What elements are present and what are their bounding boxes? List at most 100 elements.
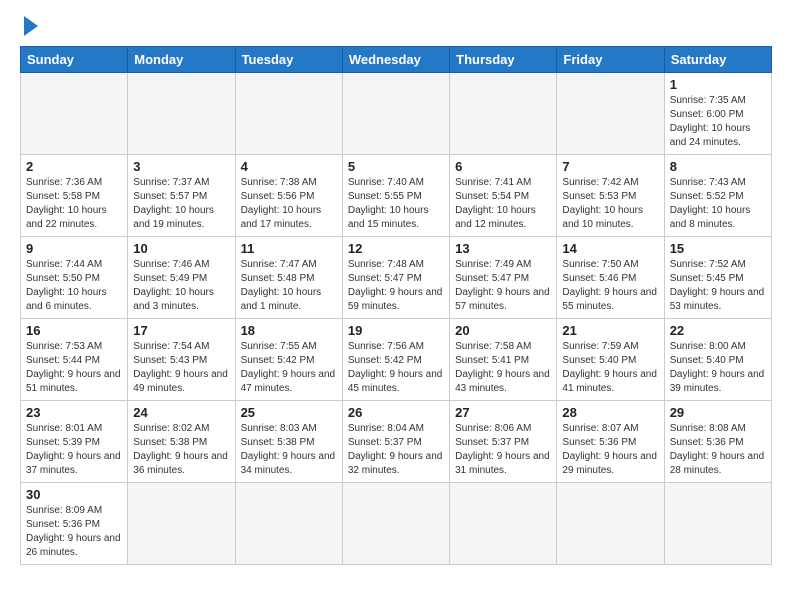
calendar-cell: 19Sunrise: 7:56 AM Sunset: 5:42 PM Dayli… <box>342 319 449 401</box>
day-number: 23 <box>26 405 122 420</box>
day-info: Sunrise: 7:46 AM Sunset: 5:49 PM Dayligh… <box>133 258 229 314</box>
header <box>20 16 772 36</box>
page: SundayMondayTuesdayWednesdayThursdayFrid… <box>0 0 792 581</box>
day-number: 25 <box>241 405 337 420</box>
day-number: 18 <box>241 323 337 338</box>
calendar-cell: 7 Sunrise: 7:42 AM Sunset: 5:53 PM Daylig… <box>557 155 664 237</box>
day-number: 17 <box>133 323 229 338</box>
calendar: SundayMondayTuesdayWednesdayThursdayFrid… <box>20 46 772 565</box>
calendar-cell: 16 Sunrise: 7:53 AM Sunset: 5:44 PM Dayli… <box>21 319 128 401</box>
calendar-cell <box>235 483 342 565</box>
calendar-cell: 21 Sunrise: 7:59 AM Sunset: 5:40 PM Dayli… <box>557 319 664 401</box>
day-info: Sunrise: 7:37 AM Sunset: 5:57 PM Dayligh… <box>133 176 229 232</box>
day-info: Sunrise: 7:59 AM Sunset: 5:40 PM Dayligh… <box>562 340 658 396</box>
calendar-cell: 4 Sunrise: 7:38 AM Sunset: 5:56 PM Daylig… <box>235 155 342 237</box>
calendar-cell: 22 Sunrise: 8:00 AM Sunset: 5:40 PM Dayli… <box>664 319 771 401</box>
calendar-cell <box>128 73 235 155</box>
day-info: Sunrise: 8:03 AM Sunset: 5:38 PM Dayligh… <box>241 422 337 478</box>
calendar-cell: 2 Sunrise: 7:36 AM Sunset: 5:58 PM Daylig… <box>21 155 128 237</box>
day-number: 8 <box>670 159 766 174</box>
calendar-cell <box>557 483 664 565</box>
calendar-cell: 6 Sunrise: 7:41 AM Sunset: 5:54 PM Daylig… <box>450 155 557 237</box>
weekday-header-monday: Monday <box>128 47 235 73</box>
calendar-cell: 29Sunrise: 8:08 AM Sunset: 5:36 PM Dayli… <box>664 401 771 483</box>
day-info: Sunrise: 7:47 AM Sunset: 5:48 PM Dayligh… <box>241 258 337 314</box>
day-info: Sunrise: 7:38 AM Sunset: 5:56 PM Dayligh… <box>241 176 337 232</box>
day-number: 1 <box>670 77 766 92</box>
logo-triangle-icon <box>24 16 38 36</box>
day-number: 29 <box>670 405 766 420</box>
day-number: 9 <box>26 241 122 256</box>
calendar-cell: 8 Sunrise: 7:43 AM Sunset: 5:52 PM Daylig… <box>664 155 771 237</box>
day-number: 6 <box>455 159 551 174</box>
calendar-cell <box>450 483 557 565</box>
day-info: Sunrise: 7:41 AM Sunset: 5:54 PM Dayligh… <box>455 176 551 232</box>
calendar-cell: 20Sunrise: 7:58 AM Sunset: 5:41 PM Dayli… <box>450 319 557 401</box>
day-number: 2 <box>26 159 122 174</box>
calendar-cell <box>450 73 557 155</box>
calendar-cell: 10 Sunrise: 7:46 AM Sunset: 5:49 PM Dayli… <box>128 237 235 319</box>
day-info: Sunrise: 7:42 AM Sunset: 5:53 PM Dayligh… <box>562 176 658 232</box>
day-info: Sunrise: 8:06 AM Sunset: 5:37 PM Dayligh… <box>455 422 551 478</box>
day-number: 3 <box>133 159 229 174</box>
weekday-header-tuesday: Tuesday <box>235 47 342 73</box>
day-number: 28 <box>562 405 658 420</box>
weekday-header-sunday: Sunday <box>21 47 128 73</box>
day-info: Sunrise: 7:55 AM Sunset: 5:42 PM Dayligh… <box>241 340 337 396</box>
weekday-header-saturday: Saturday <box>664 47 771 73</box>
calendar-cell <box>664 483 771 565</box>
day-number: 7 <box>562 159 658 174</box>
day-number: 27 <box>455 405 551 420</box>
calendar-cell: 27 Sunrise: 8:06 AM Sunset: 5:37 PM Dayli… <box>450 401 557 483</box>
day-info: Sunrise: 7:40 AM Sunset: 5:55 PM Dayligh… <box>348 176 444 232</box>
day-info: Sunrise: 8:00 AM Sunset: 5:40 PM Dayligh… <box>670 340 766 396</box>
weekday-header-friday: Friday <box>557 47 664 73</box>
calendar-cell <box>21 73 128 155</box>
day-number: 21 <box>562 323 658 338</box>
day-number: 20 <box>455 323 551 338</box>
calendar-cell <box>128 483 235 565</box>
calendar-cell: 3 Sunrise: 7:37 AM Sunset: 5:57 PM Daylig… <box>128 155 235 237</box>
calendar-cell <box>342 73 449 155</box>
day-number: 16 <box>26 323 122 338</box>
calendar-cell: 25 Sunrise: 8:03 AM Sunset: 5:38 PM Dayli… <box>235 401 342 483</box>
day-info: Sunrise: 7:44 AM Sunset: 5:50 PM Dayligh… <box>26 258 122 314</box>
day-info: Sunrise: 7:54 AM Sunset: 5:43 PM Dayligh… <box>133 340 229 396</box>
calendar-cell: 26Sunrise: 8:04 AM Sunset: 5:37 PM Dayli… <box>342 401 449 483</box>
day-number: 12 <box>348 241 444 256</box>
day-number: 11 <box>241 241 337 256</box>
day-info: Sunrise: 7:49 AM Sunset: 5:47 PM Dayligh… <box>455 258 551 314</box>
calendar-cell: 12 Sunrise: 7:48 AM Sunset: 5:47 PM Dayli… <box>342 237 449 319</box>
day-info: Sunrise: 7:43 AM Sunset: 5:52 PM Dayligh… <box>670 176 766 232</box>
day-number: 5 <box>348 159 444 174</box>
calendar-cell <box>557 73 664 155</box>
day-number: 13 <box>455 241 551 256</box>
day-number: 10 <box>133 241 229 256</box>
calendar-cell: 15Sunrise: 7:52 AM Sunset: 5:45 PM Dayli… <box>664 237 771 319</box>
calendar-cell: 13 Sunrise: 7:49 AM Sunset: 5:47 PM Dayli… <box>450 237 557 319</box>
day-info: Sunrise: 7:36 AM Sunset: 5:58 PM Dayligh… <box>26 176 122 232</box>
calendar-cell: 11 Sunrise: 7:47 AM Sunset: 5:48 PM Dayli… <box>235 237 342 319</box>
day-info: Sunrise: 7:35 AM Sunset: 6:00 PM Dayligh… <box>670 94 766 150</box>
calendar-cell <box>235 73 342 155</box>
calendar-cell: 30Sunrise: 8:09 AM Sunset: 5:36 PM Dayli… <box>21 483 128 565</box>
day-info: Sunrise: 8:09 AM Sunset: 5:36 PM Dayligh… <box>26 504 122 560</box>
day-number: 19 <box>348 323 444 338</box>
calendar-cell: 17 Sunrise: 7:54 AM Sunset: 5:43 PM Dayli… <box>128 319 235 401</box>
day-info: Sunrise: 7:53 AM Sunset: 5:44 PM Dayligh… <box>26 340 122 396</box>
calendar-cell: 14Sunrise: 7:50 AM Sunset: 5:46 PM Dayli… <box>557 237 664 319</box>
day-number: 24 <box>133 405 229 420</box>
weekday-header-wednesday: Wednesday <box>342 47 449 73</box>
calendar-cell: 23Sunrise: 8:01 AM Sunset: 5:39 PM Dayli… <box>21 401 128 483</box>
day-number: 22 <box>670 323 766 338</box>
day-number: 26 <box>348 405 444 420</box>
calendar-cell <box>342 483 449 565</box>
weekday-header-thursday: Thursday <box>450 47 557 73</box>
day-info: Sunrise: 7:48 AM Sunset: 5:47 PM Dayligh… <box>348 258 444 314</box>
day-number: 4 <box>241 159 337 174</box>
calendar-cell: 28 Sunrise: 8:07 AM Sunset: 5:36 PM Dayli… <box>557 401 664 483</box>
calendar-cell: 9 Sunrise: 7:44 AM Sunset: 5:50 PM Daylig… <box>21 237 128 319</box>
day-info: Sunrise: 8:07 AM Sunset: 5:36 PM Dayligh… <box>562 422 658 478</box>
day-info: Sunrise: 8:02 AM Sunset: 5:38 PM Dayligh… <box>133 422 229 478</box>
day-number: 15 <box>670 241 766 256</box>
